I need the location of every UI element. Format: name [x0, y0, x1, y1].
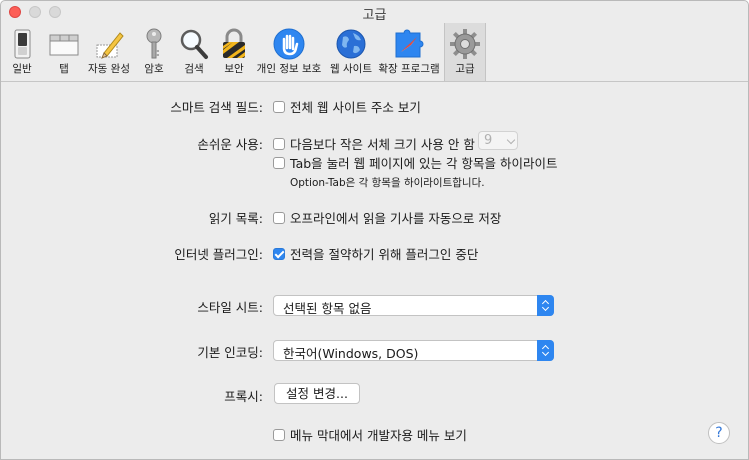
tab-autofill-label: 자동 완성: [88, 63, 130, 75]
tab-advanced[interactable]: 고급: [444, 23, 486, 81]
develop-menu-checkbox[interactable]: [273, 428, 285, 441]
encoding-select[interactable]: 한국어(Windows, DOS): [273, 340, 554, 361]
updown-arrow-icon: [537, 340, 554, 361]
stylesheet-select[interactable]: 선택된 항목 없음: [273, 295, 554, 316]
tab-tabs[interactable]: 탭: [43, 23, 85, 81]
puzzle-compass-icon: [395, 29, 424, 58]
tab-general[interactable]: 일반: [1, 23, 43, 81]
padlock-icon: [223, 28, 245, 58]
save-articles-text: 오프라인에서 읽을 기사를 자동으로 저장: [290, 211, 502, 226]
show-full-address-checkbox[interactable]: [273, 100, 285, 113]
preferences-window: 고급 일반 탭 자동 완성 암호 검색 보안 개인 정보 보호 웹 사이트 확장…: [0, 0, 749, 460]
stylesheet-label: 스타일 시트:: [197, 300, 263, 315]
show-full-address-text: 전체 웹 사이트 주소 보기: [290, 100, 421, 115]
min-font-size-value: 9: [484, 133, 493, 148]
preferences-toolbar: 일반 탭 자동 완성 암호 검색 보안 개인 정보 보호 웹 사이트 확장 프로…: [1, 23, 748, 82]
change-settings-button[interactable]: 설정 변경...: [274, 383, 360, 404]
tab-highlight-text: Tab을 눌러 웹 페이지에 있는 각 항목을 하이라이트: [290, 156, 558, 171]
help-button[interactable]: ?: [708, 422, 730, 444]
stylesheet-value: 선택된 항목 없음: [283, 301, 372, 316]
tab-general-label: 일반: [12, 63, 32, 75]
develop-menu-row[interactable]: 메뉴 막대에서 개발자용 메뉴 보기: [273, 425, 467, 444]
plugins-label: 인터넷 플러그인:: [174, 247, 263, 262]
option-tab-note: Option-Tab은 각 항목을 하이라이트합니다.: [290, 177, 485, 189]
tab-search[interactable]: 검색: [174, 23, 214, 81]
accessibility-label: 손쉬운 사용:: [197, 137, 263, 152]
tab-advanced-label: 고급: [455, 63, 475, 75]
tab-tabs-label: 탭: [59, 63, 69, 75]
stop-plugins-text: 전력을 절약하기 위해 플러그인 중단: [290, 247, 479, 262]
encoding-label: 기본 인코딩:: [197, 345, 263, 360]
hand-icon: [273, 28, 305, 60]
min-font-text: 다음보다 작은 서체 크기 사용 안 함: [290, 137, 475, 152]
tabs-icon: [49, 34, 79, 56]
proxy-label: 프록시:: [224, 389, 263, 404]
reading-list-row[interactable]: 오프라인에서 읽을 기사를 자동으로 저장: [273, 208, 501, 227]
advanced-settings-pane: 스마트 검색 필드: 전체 웹 사이트 주소 보기 손쉬운 사용: 다음보다 작…: [1, 82, 748, 459]
tab-passwords[interactable]: 암호: [135, 23, 173, 81]
tab-highlight-row[interactable]: Tab을 눌러 웹 페이지에 있는 각 항목을 하이라이트: [273, 153, 557, 172]
tab-extensions-label: 확장 프로그램: [378, 63, 440, 75]
updown-arrow-icon: [537, 295, 554, 316]
tab-websites-label: 웹 사이트: [330, 63, 372, 75]
magnifier-icon: [180, 29, 208, 59]
smart-search-label: 스마트 검색 필드:: [170, 100, 263, 115]
reading-list-label: 읽기 목록:: [208, 211, 263, 226]
encoding-value: 한국어(Windows, DOS): [283, 346, 419, 361]
plugins-row[interactable]: 전력을 절약하기 위해 플러그인 중단: [273, 244, 478, 263]
title-bar: 고급: [1, 1, 748, 23]
window-title: 고급: [362, 8, 387, 23]
tab-security-label: 보안: [224, 63, 244, 75]
tab-passwords-label: 암호: [144, 63, 164, 75]
tab-websites[interactable]: 웹 사이트: [326, 23, 376, 81]
smart-search-row[interactable]: 전체 웹 사이트 주소 보기: [273, 97, 421, 116]
save-articles-checkbox[interactable]: [273, 211, 285, 224]
min-font-checkbox[interactable]: [273, 137, 285, 150]
key-icon: [146, 28, 162, 59]
tab-autofill[interactable]: 자동 완성: [85, 23, 133, 81]
switch-icon: [14, 29, 31, 59]
tab-privacy-label: 개인 정보 보호: [256, 63, 322, 75]
develop-menu-text: 메뉴 막대에서 개발자용 메뉴 보기: [290, 428, 467, 443]
tab-privacy[interactable]: 개인 정보 보호: [254, 23, 324, 81]
stop-plugins-checkbox[interactable]: [273, 247, 285, 260]
tab-extensions[interactable]: 확장 프로그램: [376, 23, 442, 81]
tab-highlight-checkbox[interactable]: [273, 156, 285, 169]
tab-search-label: 검색: [184, 63, 204, 75]
min-font-size-select[interactable]: 9: [478, 131, 518, 150]
globe-icon: [336, 29, 366, 59]
gear-icon: [450, 29, 480, 59]
tab-security[interactable]: 보안: [214, 23, 254, 81]
pencil-icon: [96, 32, 124, 59]
min-font-row[interactable]: 다음보다 작은 서체 크기 사용 안 함: [273, 134, 475, 153]
chevron-down-icon: [506, 135, 516, 145]
